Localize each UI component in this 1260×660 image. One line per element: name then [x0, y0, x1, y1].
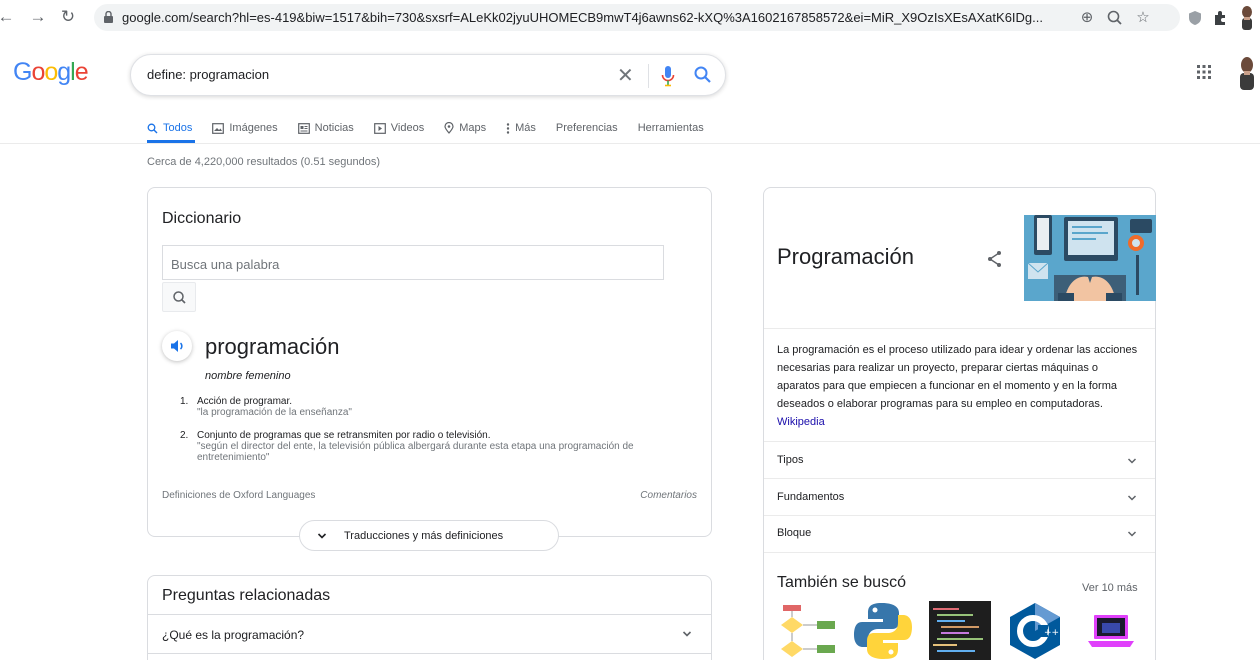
zoom-icon[interactable] — [1106, 9, 1124, 27]
part-of-speech: nombre femenino — [205, 370, 291, 382]
address-bar[interactable]: google.com/search?hl=es-419&biw=1517&bih… — [94, 4, 1180, 31]
divider — [764, 515, 1155, 516]
svg-text:++: ++ — [1044, 628, 1059, 638]
search-tabs: Todos Imágenes Noticias Videos Maps Más … — [147, 118, 724, 138]
related-questions-title: Preguntas relacionadas — [162, 587, 331, 604]
results-count: Cerca de 4,220,000 resultados (0.51 segu… — [147, 156, 380, 168]
code-screen-thumbnail[interactable] — [929, 601, 991, 660]
programming-illustration[interactable] — [1024, 215, 1156, 301]
see-more-link[interactable]: Ver 10 más — [1082, 582, 1138, 594]
speaker-icon — [171, 340, 183, 352]
chevron-down-icon[interactable] — [681, 628, 693, 640]
avatar[interactable] — [1236, 56, 1258, 90]
dictionary-title: Diccionario — [162, 210, 242, 227]
reload-icon[interactable]: ↻ — [58, 7, 78, 27]
knowledge-panel-description: La programación es el proceso utilizado … — [777, 344, 1138, 428]
more-definitions-button[interactable]: Traducciones y más definiciones — [299, 520, 559, 551]
definition-example: "la programación de la enseñanza" — [197, 407, 352, 418]
search-icon — [147, 123, 158, 133]
divider — [764, 328, 1155, 329]
also-searched-title: También se buscó — [777, 574, 906, 591]
video-icon — [373, 122, 386, 134]
related-questions-card: Preguntas relacionadas ¿Qué es la progra… — [147, 575, 712, 660]
news-icon — [297, 122, 310, 134]
dictionary-search-input[interactable]: Busca una palabra — [162, 245, 664, 280]
tab-herramientas[interactable]: Herramientas — [638, 118, 704, 138]
puzzle-extension-icon[interactable] — [1211, 9, 1229, 27]
wikipedia-link[interactable]: Wikipedia — [777, 416, 825, 428]
pronunciation-button[interactable] — [162, 331, 192, 361]
search-divider — [648, 64, 649, 88]
python-logo-thumbnail[interactable] — [852, 601, 914, 660]
shield-extension-icon[interactable] — [1186, 9, 1204, 27]
forward-icon[interactable]: → — [28, 7, 48, 27]
search-input[interactable]: define: programacion — [147, 67, 269, 82]
lock-icon — [104, 11, 113, 23]
definition-example: "según el director del ente, la televisi… — [197, 441, 634, 463]
search-icon — [173, 291, 186, 304]
microphone-icon[interactable] — [661, 65, 675, 87]
related-question[interactable]: ¿Qué es la programación? — [162, 628, 304, 642]
divider — [148, 653, 711, 654]
tab-maps[interactable]: Maps — [444, 118, 486, 138]
chevron-down-icon[interactable] — [1126, 528, 1138, 540]
clear-icon[interactable]: ✕ — [617, 63, 634, 88]
tab-videos[interactable]: Videos — [373, 118, 424, 138]
tab-noticias[interactable]: Noticias — [297, 118, 354, 138]
chevron-down-icon[interactable] — [1126, 455, 1138, 467]
divider — [148, 614, 711, 615]
dictionary-source: Definiciones de Oxford Languages — [162, 490, 316, 501]
tabs-divider — [0, 143, 1260, 144]
kp-row-bloque[interactable]: Bloque — [777, 527, 811, 539]
back-icon[interactable]: ← — [0, 7, 16, 27]
knowledge-panel: Programación La programación es el proce… — [763, 187, 1156, 660]
comments-link[interactable]: Comentarios — [640, 490, 697, 501]
apps-grid-icon[interactable] — [1196, 64, 1212, 80]
divider — [764, 552, 1155, 553]
chevron-down-icon[interactable] — [1126, 492, 1138, 504]
divider — [764, 441, 1155, 442]
browser-toolbar: ← → ↻ google.com/search?hl=es-419&biw=15… — [0, 0, 1260, 36]
google-logo[interactable]: Google — [13, 58, 89, 87]
dictionary-card: Diccionario Busca una palabra programaci… — [147, 187, 712, 537]
url-text: google.com/search?hl=es-419&biw=1517&bih… — [122, 10, 1042, 25]
kp-row-fundamentos[interactable]: Fundamentos — [777, 491, 844, 503]
map-pin-icon — [444, 122, 454, 134]
laptop-thumbnail[interactable] — [1080, 601, 1142, 660]
browser-profile-icon[interactable] — [1238, 5, 1256, 31]
chevron-down-icon — [317, 533, 327, 539]
definition-text: Conjunto de programas que se retransmite… — [197, 430, 491, 441]
cplusplus-logo-thumbnail[interactable]: ++ — [1004, 601, 1066, 660]
search-icon[interactable] — [693, 65, 713, 85]
bookmark-star-icon[interactable]: ☆ — [1134, 9, 1152, 27]
divider — [764, 478, 1155, 479]
knowledge-panel-title: Programación — [777, 244, 914, 269]
definition-text: Acción de programar. — [197, 396, 293, 407]
image-icon — [212, 122, 225, 134]
location-icon[interactable]: ⊕ — [1078, 9, 1096, 27]
dictionary-search-button[interactable] — [162, 282, 196, 312]
tab-imagenes[interactable]: Imágenes — [212, 118, 278, 138]
tab-preferencias[interactable]: Preferencias — [556, 118, 618, 138]
tab-todos[interactable]: Todos — [147, 118, 192, 138]
dictionary-word: programación — [205, 334, 340, 359]
search-box[interactable]: define: programacion ✕ — [130, 54, 726, 96]
more-vert-icon — [506, 122, 510, 134]
flowchart-thumbnail[interactable] — [777, 601, 839, 660]
kp-row-tipos[interactable]: Tipos — [777, 454, 804, 466]
tab-mas[interactable]: Más — [506, 118, 536, 138]
share-icon[interactable] — [987, 250, 1003, 268]
